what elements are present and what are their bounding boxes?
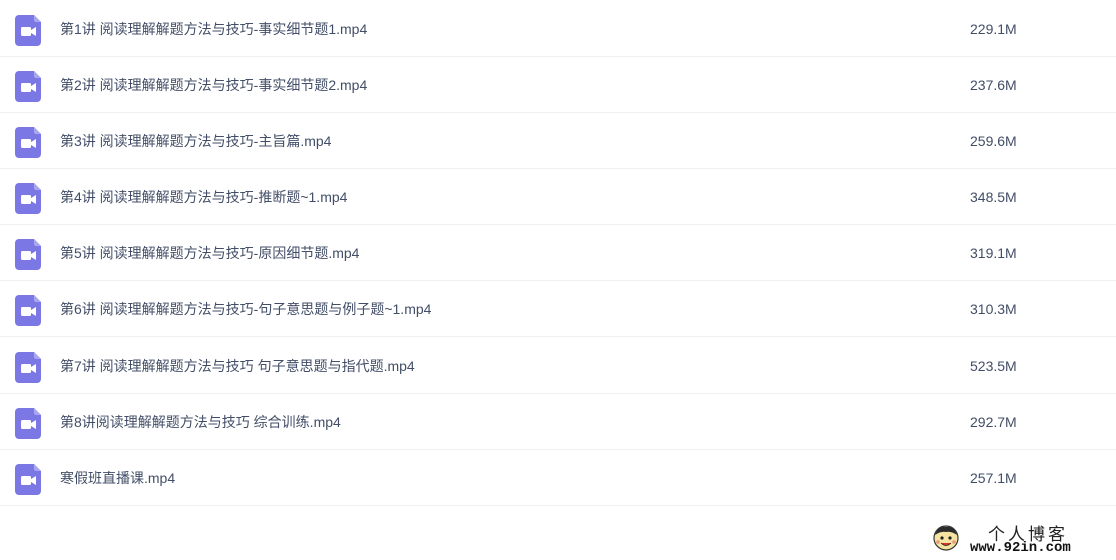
file-row[interactable]: 第2讲 阅读理解解题方法与技巧-事实细节题2.mp4 237.6M	[0, 57, 1116, 113]
file-row[interactable]: 第5讲 阅读理解解题方法与技巧-原因细节题.mp4 319.1M	[0, 225, 1116, 281]
file-size: 319.1M	[970, 245, 1017, 261]
file-name[interactable]: 寒假班直播课.mp4	[60, 450, 175, 506]
file-row[interactable]: 第8讲阅读理解解题方法与技巧 综合训练.mp4 292.7M	[0, 394, 1116, 450]
site-watermark: 个人博客 www.92in.com	[930, 518, 1116, 560]
file-size: 259.6M	[970, 133, 1017, 149]
video-file-icon	[15, 352, 41, 383]
file-name[interactable]: 第2讲 阅读理解解题方法与技巧-事实细节题2.mp4	[60, 57, 367, 113]
video-file-icon	[15, 15, 41, 46]
file-name[interactable]: 第4讲 阅读理解解题方法与技巧-推断题~1.mp4	[60, 169, 347, 225]
file-row[interactable]: 第7讲 阅读理解解题方法与技巧 句子意思题与指代题.mp4 523.5M	[0, 338, 1116, 394]
file-size: 348.5M	[970, 189, 1017, 205]
file-name[interactable]: 第6讲 阅读理解解题方法与技巧-句子意思题与例子题~1.mp4	[60, 281, 431, 337]
watermark-url: www.92in.com	[970, 540, 1071, 556]
row-divider	[0, 505, 1116, 506]
video-file-icon	[15, 127, 41, 158]
mascot-logo-icon	[933, 525, 959, 551]
video-file-icon	[15, 183, 41, 214]
video-file-icon	[15, 295, 41, 326]
file-row[interactable]: 第6讲 阅读理解解题方法与技巧-句子意思题与例子题~1.mp4 310.3M	[0, 281, 1116, 337]
file-name[interactable]: 第3讲 阅读理解解题方法与技巧-主旨篇.mp4	[60, 113, 331, 169]
row-divider	[0, 336, 1116, 337]
file-name[interactable]: 第8讲阅读理解解题方法与技巧 综合训练.mp4	[60, 394, 341, 450]
file-row[interactable]: 第3讲 阅读理解解题方法与技巧-主旨篇.mp4 259.6M	[0, 113, 1116, 169]
video-file-icon	[15, 71, 41, 102]
file-name[interactable]: 第7讲 阅读理解解题方法与技巧 句子意思题与指代题.mp4	[60, 338, 415, 394]
file-size: 237.6M	[970, 77, 1017, 93]
file-name[interactable]: 第1讲 阅读理解解题方法与技巧-事实细节题1.mp4	[60, 1, 367, 57]
video-file-icon	[15, 408, 41, 439]
file-row[interactable]: 第4讲 阅读理解解题方法与技巧-推断题~1.mp4 348.5M	[0, 169, 1116, 225]
file-row[interactable]: 寒假班直播课.mp4 257.1M	[0, 450, 1116, 506]
video-file-icon	[15, 239, 41, 270]
file-size: 292.7M	[970, 414, 1017, 430]
file-row[interactable]: 第1讲 阅读理解解题方法与技巧-事实细节题1.mp4 229.1M	[0, 1, 1116, 57]
file-size: 310.3M	[970, 301, 1017, 317]
file-name[interactable]: 第5讲 阅读理解解题方法与技巧-原因细节题.mp4	[60, 225, 359, 281]
file-size: 229.1M	[970, 21, 1017, 37]
video-file-icon	[15, 464, 41, 495]
file-size: 523.5M	[970, 358, 1017, 374]
file-size: 257.1M	[970, 470, 1017, 486]
